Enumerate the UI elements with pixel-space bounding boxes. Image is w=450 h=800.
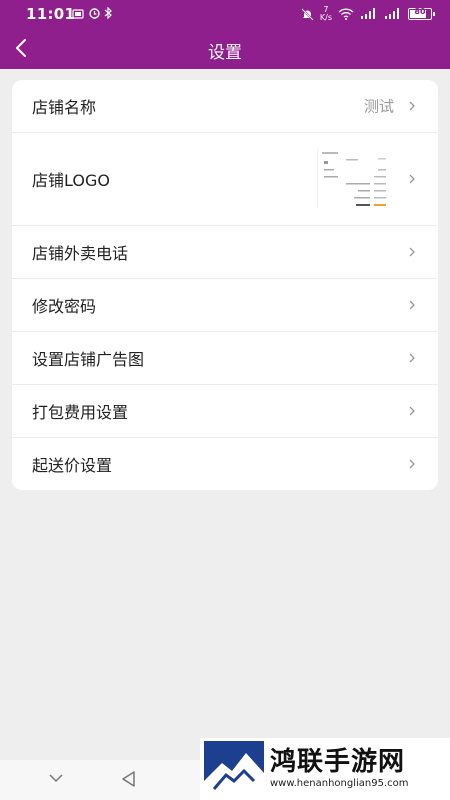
nav-bar: 设置 [0,28,450,69]
row-label: 起送价设置 [32,456,113,475]
settings-row-delivery-phone[interactable]: 店铺外卖电话 [12,226,438,279]
row-label: 设置店铺广告图 [32,350,145,369]
speed-unit: K/s [319,13,332,22]
bluetooth-icon [104,6,112,20]
page-title: 设置 [208,43,242,63]
row-label: 修改密码 [32,297,97,316]
mute-bell-icon [301,7,314,21]
chevron-right-icon [409,101,415,111]
row-label: 店铺名称 [32,98,97,117]
chevron-right-icon [409,174,415,184]
store-logo-thumbnail [317,149,394,209]
settings-row-change-password[interactable]: 修改密码 [12,279,438,332]
signal-icon-2 [385,8,399,19]
status-left-icons [72,6,112,22]
chevron-right-icon [409,353,415,363]
alarm-icon [88,8,100,19]
row-label: 店铺外卖电话 [32,244,129,263]
wifi-icon [338,8,354,20]
hide-keyboard-icon[interactable] [48,772,64,784]
settings-row-store-name[interactable]: 店铺名称 测试 [12,80,438,133]
chevron-right-icon [409,247,415,257]
watermark-logo-icon [204,741,264,797]
chevron-right-icon [409,406,415,416]
status-right-icons: 7 K/s 80 [301,5,435,23]
row-label: 店铺LOGO [32,171,110,190]
row-label: 打包费用设置 [32,403,129,422]
nav-back-icon[interactable] [120,770,136,788]
battery-level: 80 [414,7,426,16]
watermark: 鸿联手游网 www.henanhonglian95.com [200,738,450,800]
signal-icon [361,8,375,19]
settings-row-min-order[interactable]: 起送价设置 [12,438,438,490]
status-time: 11:01 [26,5,76,23]
settings-row-store-logo[interactable]: 店铺LOGO [12,133,438,226]
logo-thumbnail-image [322,152,386,206]
battery-icon: 80 [408,7,435,20]
sim-card-icon [72,9,84,19]
status-bar: 11:01 7 K/s 80 [0,0,450,28]
settings-row-packing-fee[interactable]: 打包费用设置 [12,385,438,438]
chevron-right-icon [409,459,415,469]
chevron-right-icon [409,300,415,310]
row-value: 测试 [363,97,394,116]
settings-card: 店铺名称 测试 店铺LOGO 店铺外卖电话 修改密码 设置店铺广告图 打包费用设… [12,80,438,490]
network-speed: 7 K/s [320,6,332,22]
settings-row-ad-image[interactable]: 设置店铺广告图 [12,332,438,385]
watermark-title: 鸿联手游网 [270,747,406,777]
watermark-url: www.henanhonglian95.com [270,778,409,789]
